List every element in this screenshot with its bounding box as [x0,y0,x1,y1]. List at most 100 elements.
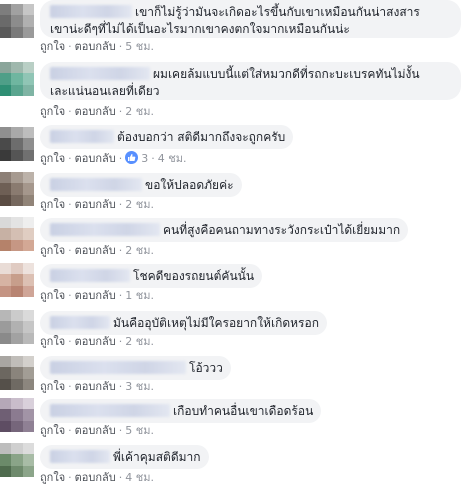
avatar[interactable] [0,398,34,432]
comment-text: เละแน่นอนเลยที่เดียว [50,84,160,98]
commenter-name[interactable] [50,269,130,282]
like-link[interactable]: ถูกใจ [40,105,65,118]
comment-timestamp[interactable]: 2 ชม. [125,198,154,211]
reply-link[interactable]: ตอบกลับ [75,471,116,484]
comment: เขาก็ไม่รู้ว่ามันจะเกิดอะไรขึ้นกับเขาเหม… [0,0,465,58]
like-link[interactable]: ถูกใจ [40,335,65,348]
comment-text: เขาก็ไม่รู้ว่ามันจะเกิดอะไรขึ้นกับเขาเหม… [135,5,420,19]
like-link[interactable]: ถูกใจ [40,244,65,257]
separator: · [68,335,72,348]
comment-bubble: เขาก็ไม่รู้ว่ามันจะเกิดอะไรขึ้นกับเขาเหม… [40,0,461,38]
separator: · [118,244,123,257]
avatar[interactable] [0,310,34,344]
separator: · [118,40,123,53]
avatar[interactable] [0,62,34,96]
avatar[interactable] [0,172,34,206]
separator: · [68,244,72,257]
like-link[interactable]: ถูกใจ [40,289,65,302]
commenter-name[interactable] [50,404,170,417]
comment-timestamp[interactable]: 4 ชม. [125,471,154,484]
like-link[interactable]: ถูกใจ [40,424,65,437]
comment-bubble: พี่เค้าคุมสติดีมาก [40,445,209,469]
separator: · [68,40,72,53]
like-link[interactable]: ถูกใจ [40,380,65,393]
comment-timestamp[interactable]: 2 ชม. [125,105,154,118]
like-link[interactable]: ถูกใจ [40,471,65,484]
separator: · [118,471,123,484]
commenter-name[interactable] [50,5,132,18]
comment-actions: ถูกใจ · ตอบกลับ · 5 ชม. [40,424,154,438]
comment-text: เกือบทำคนอื่นเขาเดือดร้อน [173,404,314,418]
comment-bubble: โอ้ววว [40,356,231,380]
comment-bubble: เกือบทำคนอื่นเขาเดือดร้อน [40,399,322,423]
reply-link[interactable]: ตอบกลับ [75,244,116,257]
comment-timestamp[interactable]: 5 ชม. [125,424,154,437]
reply-link[interactable]: ตอบกลับ [75,105,116,118]
reply-link[interactable]: ตอบกลับ [75,289,116,302]
comment-text: ผมเคยล้มแบบนี้แต่ใส่หมวกดีที่รถกะบะเบรคท… [153,67,420,81]
comment: พี่เค้าคุมสติดีมาก ถูกใจ · ตอบกลับ · 4 ชม. [0,443,465,489]
comment-timestamp[interactable]: 4 ชม. [158,152,187,165]
reply-link[interactable]: ตอบกลับ [75,424,116,437]
commenter-name[interactable] [50,223,160,236]
comment-actions: ถูกใจ · ตอบกลับ · 4 ชม. [40,471,154,485]
separator: · [68,198,72,211]
like-count[interactable]: 3 [141,152,148,165]
comment: ขอให้ปลอดภัยค่ะ ถูกใจ · ตอบกลับ · 2 ชม. [0,172,465,214]
commenter-name[interactable] [50,361,186,374]
avatar[interactable] [0,217,34,251]
comment: โอ้ววว ถูกใจ · ตอบกลับ · 3 ชม. [0,355,465,397]
avatar[interactable] [0,443,34,477]
reply-link[interactable]: ตอบกลับ [75,40,116,53]
separator: · [118,105,123,118]
commenter-name[interactable] [50,178,142,191]
avatar[interactable] [0,127,34,161]
commenter-name[interactable] [50,450,110,463]
reply-link[interactable]: ตอบกลับ [75,380,116,393]
commenter-name[interactable] [50,316,110,329]
comment-text: ต้องบอกว่า สติดีมากถึงจะถูกครับ [117,130,286,144]
reply-link[interactable]: ตอบกลับ [75,335,116,348]
comment-actions: ถูกใจ · ตอบกลับ · 2 ชม. [40,335,154,349]
comment-text: โชคดีของรถยนต์คันนั้น [133,269,255,283]
commenter-name[interactable] [50,67,150,80]
comment-actions: ถูกใจ · ตอบกลับ · 5 ชม. [40,40,154,54]
separator: · [68,152,72,165]
comment: ผมเคยล้มแบบนี้แต่ใส่หมวกดีที่รถกะบะเบรคท… [0,62,465,120]
comment-actions: ถูกใจ · ตอบกลับ · 3 ชม. [40,380,154,394]
comment: เกือบทำคนอื่นเขาเดือดร้อน ถูกใจ · ตอบกลับ ·… [0,398,465,440]
comment: มันคืออุบัติเหตุไม่มีใครอยากให้เกิดหรอก … [0,310,465,352]
comment-timestamp[interactable]: 2 ชม. [125,244,154,257]
avatar[interactable] [0,4,34,38]
comment-text: พี่เค้าคุมสติดีมาก [113,450,201,464]
comment-actions: ถูกใจ · ตอบกลับ · 3 · 4 ชม. [40,151,186,166]
comment: โชคดีของรถยนต์คันนั้น ถูกใจ · ตอบกลับ · 1 ชม… [0,263,465,305]
thumbs-up-icon[interactable] [125,151,139,164]
comment-timestamp[interactable]: 3 ชม. [125,380,154,393]
comment-timestamp[interactable]: 1 ชม. [125,289,154,302]
comment: ต้องบอกว่า สติดีมากถึงจะถูกครับ ถูกใจ · ตอ… [0,125,465,170]
comment-timestamp[interactable]: 5 ชม. [125,40,154,53]
comment-thread: เขาก็ไม่รู้ว่ามันจะเกิดอะไรขึ้นกับเขาเหม… [0,0,465,491]
like-link[interactable]: ถูกใจ [40,40,65,53]
comment-bubble: ขอให้ปลอดภัยค่ะ [40,173,242,197]
comment-timestamp[interactable]: 2 ชม. [125,335,154,348]
separator: · [118,380,123,393]
separator: · [68,380,72,393]
like-link[interactable]: ถูกใจ [40,152,65,165]
avatar[interactable] [0,263,34,297]
avatar[interactable] [0,356,34,390]
reply-link[interactable]: ตอบกลับ [75,152,116,165]
comment-text: โอ้ววว [189,361,223,375]
separator: · [68,424,72,437]
commenter-name[interactable] [50,130,114,143]
comment-text: เขาน่ะดีๆที่ไม่ได้เป็นอะไรมากเขาคงตกใจมา… [50,22,350,36]
separator: · [68,105,72,118]
comment-bubble: ต้องบอกว่า สติดีมากถึงจะถูกครับ [40,125,294,149]
comment-bubble: ผมเคยล้มแบบนี้แต่ใส่หมวกดีที่รถกะบะเบรคท… [40,62,461,100]
reply-link[interactable]: ตอบกลับ [75,198,116,211]
comment-text: ขอให้ปลอดภัยค่ะ [145,178,234,192]
comment-bubble: คนที่สูงคือคนถามทางระวังกระเป๋าได้เยี่ยม… [40,218,409,242]
like-link[interactable]: ถูกใจ [40,198,65,211]
comment-text: คนที่สูงคือคนถามทางระวังกระเป๋าได้เยี่ยม… [163,223,401,237]
